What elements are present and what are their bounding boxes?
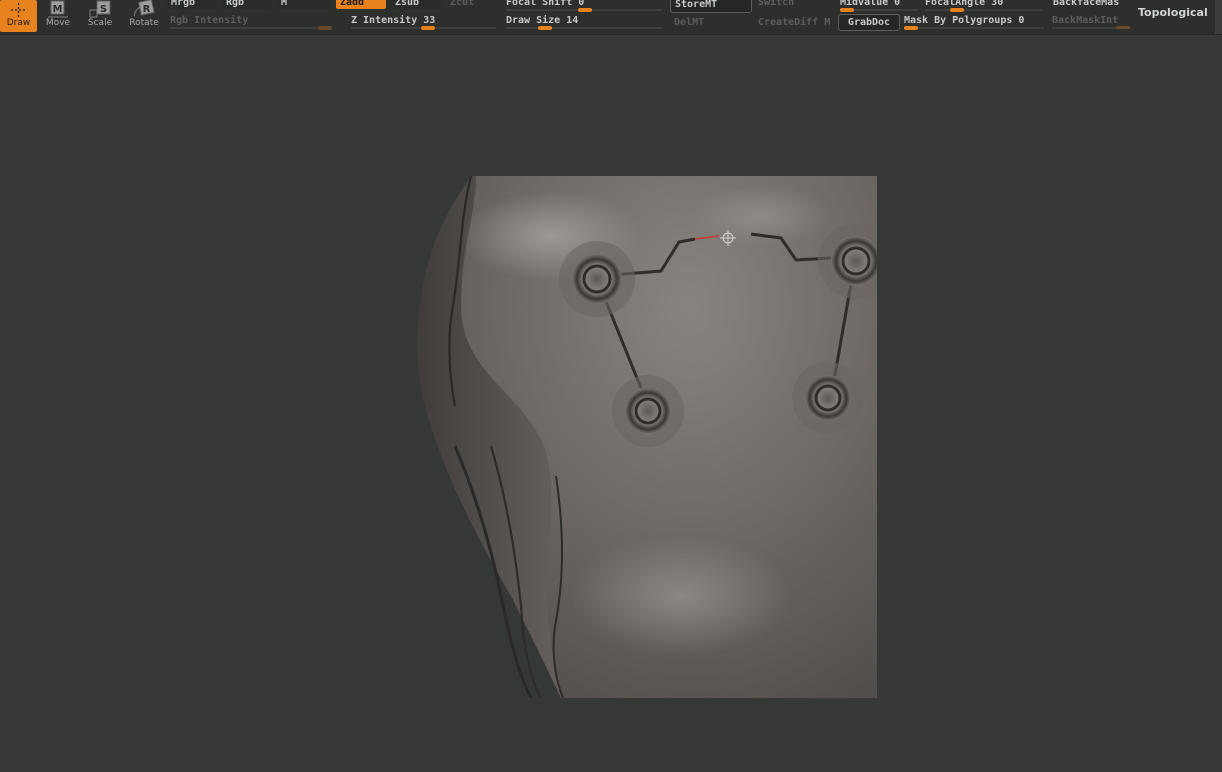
back-mask-int-label: BackMaskInt (1052, 15, 1119, 26)
creatediff-button[interactable]: CreateDiff M (754, 17, 836, 29)
topological-button[interactable]: Topological (1134, 6, 1220, 20)
storemt-button[interactable]: StoreMT (670, 0, 752, 13)
rivet-bottom-left (612, 375, 684, 447)
midvalue-knob[interactable] (840, 8, 854, 12)
svg-text:S: S (100, 4, 107, 15)
svg-text:R: R (143, 4, 151, 15)
rgb-intensity-label: Rgb Intensity (170, 15, 249, 26)
draw-tool-label: Draw (6, 18, 31, 28)
rgb-intensity-track (170, 27, 332, 29)
sculpt-document[interactable] (351, 176, 877, 698)
z-intensity-slider[interactable]: Z Intensity 33 (351, 15, 496, 30)
top-toolbar: Draw M Move S Scale R Rotate Mrgb Rgb M … (0, 0, 1222, 35)
draw-size-slider[interactable]: Draw Size 14 (506, 15, 662, 30)
scale-icon: S (89, 0, 111, 18)
focal-shift-label: Focal Shift 0 (506, 0, 585, 8)
back-mask-int-slider[interactable]: BackMaskInt (1052, 15, 1130, 29)
move-tool-label: Move (45, 18, 71, 28)
focal-shift-slider[interactable]: Focal Shift 0 (506, 0, 662, 12)
draw-size-track (506, 27, 662, 29)
draw-tool-button[interactable]: Draw (0, 0, 37, 32)
draw-size-label: Draw Size 14 (506, 15, 579, 26)
midvalue-slider[interactable]: Midvalue 0 (840, 0, 918, 12)
move-tool-button[interactable]: M Move (40, 0, 76, 32)
draw-size-knob[interactable] (538, 26, 552, 30)
z-intensity-knob[interactable] (421, 26, 435, 30)
focal-angle-knob[interactable] (950, 8, 964, 12)
mrgb-button[interactable]: Mrgb (167, 0, 217, 9)
zcut-button[interactable]: Zcut (446, 0, 496, 9)
zadd-button[interactable]: Zadd (336, 0, 386, 9)
rotate-tool-label: Rotate (129, 18, 159, 28)
rgb-intensity-knob[interactable] (318, 26, 332, 30)
delmt-button[interactable]: DelMT (670, 17, 750, 29)
rotate-icon: R (133, 0, 155, 17)
focal-shift-knob[interactable] (578, 8, 592, 12)
mask-by-polygroups-track (904, 27, 1044, 29)
rgb-intensity-slider[interactable]: Rgb Intensity (170, 15, 332, 30)
focal-angle-track (925, 9, 1043, 11)
canvas-viewport[interactable] (0, 35, 1222, 772)
rivet-top-left (559, 241, 635, 317)
surface-highlight-bottom (571, 536, 791, 656)
focal-angle-slider[interactable]: FocalAngle 30 (925, 0, 1043, 12)
backface-mask-button[interactable]: BackfaceMas (1049, 0, 1137, 9)
rgb-button[interactable]: Rgb (222, 0, 272, 9)
switch-button[interactable]: Switch (754, 0, 836, 9)
draw-crosshair-icon (11, 3, 26, 17)
rotate-tool-button[interactable]: R Rotate (125, 0, 163, 32)
scale-tool-button[interactable]: S Scale (82, 0, 118, 32)
focal-angle-label: FocalAngle 30 (925, 0, 1004, 8)
midvalue-label: Midvalue 0 (840, 0, 901, 8)
mask-by-polygroups-slider[interactable]: Mask By Polygroups 0 (904, 15, 1044, 30)
rivet-bottom-right (792, 362, 864, 434)
svg-text:M: M (53, 4, 63, 15)
back-mask-int-knob[interactable] (1116, 26, 1130, 29)
z-intensity-label: Z Intensity 33 (351, 15, 436, 26)
zsub-button[interactable]: Zsub (391, 0, 441, 9)
mask-by-polygroups-label: Mask By Polygroups 0 (904, 15, 1025, 26)
mask-by-polygroups-knob[interactable] (904, 26, 918, 30)
move-icon: M (48, 0, 68, 18)
m-button[interactable]: M (277, 0, 331, 9)
grabdoc-button[interactable]: GrabDoc (838, 14, 900, 31)
toolbar-scroll-edge (1215, 0, 1222, 34)
scale-tool-label: Scale (87, 18, 113, 28)
